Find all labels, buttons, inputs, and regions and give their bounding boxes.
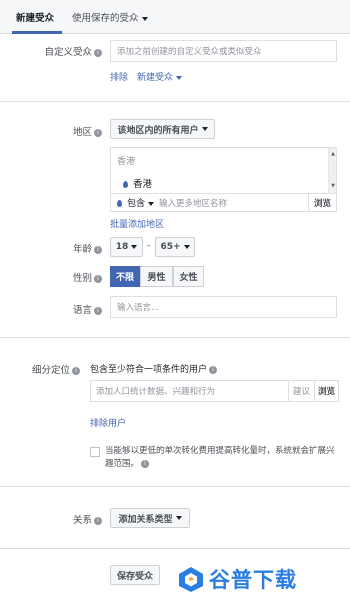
custom-audience-placeholder: 添加之前创建的自定义受众或类似受众 [117, 47, 262, 57]
language-label: 语言 i [73, 302, 102, 316]
tab-new-audience[interactable]: 新建受众 [16, 10, 54, 24]
detailed-targeting-description: 包含至少符合一项条件的用户 i [90, 362, 218, 375]
create-audience-label: 新建受众 [137, 73, 174, 83]
detailed-targeting-label: 细分定位 i [32, 362, 80, 376]
include-label: 包含 [127, 199, 146, 209]
language-placeholder: 输入语言... [117, 303, 160, 313]
gender-label: 性别 i [73, 270, 102, 284]
exclude-custom-audience-link[interactable]: 排除 [110, 70, 128, 83]
watermark-text: 谷普下载 [209, 568, 297, 592]
connections-label-text: 关系 [72, 515, 92, 526]
include-dropdown[interactable]: 包含 [111, 196, 159, 209]
chevron-down-icon [148, 201, 155, 206]
map-pin-icon [123, 181, 128, 188]
info-icon[interactable]: i [209, 365, 218, 374]
chevron-down-icon [175, 516, 182, 520]
exclude-people-link[interactable]: 排除用户 [90, 416, 126, 429]
location-search-row: 包含 输入更多地区名称 浏览 [111, 193, 336, 212]
chevron-down-icon [176, 75, 183, 80]
age-min-value: 18 [115, 242, 129, 252]
location-label-text: 地区 [72, 127, 92, 138]
gender-option-male[interactable]: 男性 [140, 266, 173, 287]
watermark-logo [176, 565, 206, 593]
detailed-targeting-description-text: 包含至少符合一项条件的用户 [90, 365, 208, 375]
info-icon[interactable]: i [94, 516, 102, 525]
gender-label-text: 性别 [72, 273, 92, 284]
connections-label: 关系 i [73, 512, 102, 526]
connection-type-label: 添加关系类型 [118, 514, 173, 525]
tab-saved-audience-label: 使用保存的受众 [72, 13, 139, 24]
custom-audience-label: 自定义受众 i [44, 44, 102, 58]
location-scope-value: 该地区内的所有用户 [117, 125, 199, 136]
location-country-header: 香港 [117, 157, 136, 167]
gender-option-all[interactable]: 不限 [110, 266, 140, 287]
chevron-down-icon [131, 245, 138, 249]
detailed-targeting-label-text: 细分定位 [31, 365, 70, 376]
detailed-targeting-placeholder: 添加人口统计数据、兴趣和行为 [96, 387, 216, 397]
tab-saved-audience[interactable]: 使用保存的受众 [72, 10, 148, 24]
info-icon[interactable]: i [94, 274, 102, 283]
info-icon[interactable]: i [72, 366, 80, 375]
audience-tabs: 新建受众 使用保存的受众 [0, 0, 350, 34]
info-icon[interactable]: i [94, 245, 102, 254]
section-divider [0, 548, 350, 549]
section-divider [0, 337, 350, 338]
custom-audience-input[interactable]: 添加之前创建的自定义受众或类似受众 [110, 40, 337, 62]
age-label-text: 年龄 [72, 244, 92, 255]
chevron-down-icon [141, 16, 148, 21]
expand-interests-checkbox[interactable] [90, 447, 100, 457]
age-separator: - [147, 241, 151, 251]
gender-option-female[interactable]: 女性 [173, 266, 204, 287]
chevron-down-icon [201, 127, 208, 131]
watermark: 谷普下载 [176, 562, 346, 596]
detailed-targeting-input[interactable]: 添加人口统计数据、兴趣和行为 建议 浏览 [90, 380, 339, 402]
map-pin-icon [117, 200, 122, 207]
custom-audience-label-text: 自定义受众 [44, 47, 92, 58]
info-icon[interactable]: i [94, 128, 102, 137]
expand-interests-text: 当能够以更低的单次转化费用提高转化量时，系统就会扩展兴趣范围。 i [105, 445, 340, 471]
location-label: 地区 i [73, 124, 102, 138]
age-max-dropdown[interactable]: 65+ [155, 237, 195, 257]
scroll-up-icon[interactable]: ▲ [331, 151, 335, 157]
info-icon[interactable]: i [141, 459, 150, 468]
location-selected-label: 香港 [133, 179, 153, 190]
detailed-targeting-browse-button[interactable]: 浏览 [314, 381, 338, 401]
section-divider [0, 486, 350, 487]
location-search-input[interactable]: 输入更多地区名称 [159, 197, 308, 209]
bulk-add-locations-link[interactable]: 批量添加地区 [110, 217, 164, 230]
age-max-value: 65+ [160, 242, 181, 252]
expand-interests-label: 当能够以更低的单次转化费用提高转化量时，系统就会扩展兴趣范围。 [105, 446, 335, 469]
chevron-down-icon [183, 245, 190, 249]
connection-type-dropdown[interactable]: 添加关系类型 [110, 508, 190, 528]
location-scrollbar[interactable]: ▲ ▼ [328, 148, 336, 193]
info-icon[interactable]: i [94, 48, 102, 57]
active-tab-indicator [12, 31, 62, 34]
language-input[interactable]: 输入语言... [110, 296, 337, 318]
info-icon[interactable]: i [94, 306, 102, 315]
create-audience-link[interactable]: 新建受众 [137, 70, 183, 83]
section-divider [0, 101, 350, 102]
scroll-down-icon[interactable]: ▼ [331, 183, 335, 189]
language-label-text: 语言 [72, 305, 92, 316]
age-label: 年龄 i [73, 241, 102, 255]
suggestions-button[interactable]: 建议 [288, 381, 314, 401]
age-min-dropdown[interactable]: 18 [110, 237, 143, 257]
save-audience-button[interactable]: 保存受众 [110, 565, 160, 585]
location-box: 香港 香港 ▲ ▼ 包含 输入更多地区名称 浏览 [110, 147, 337, 212]
location-browse-button[interactable]: 浏览 [308, 193, 336, 212]
location-selected-item[interactable]: 香港 [123, 176, 152, 190]
location-scope-dropdown[interactable]: 该地区内的所有用户 [110, 119, 215, 139]
